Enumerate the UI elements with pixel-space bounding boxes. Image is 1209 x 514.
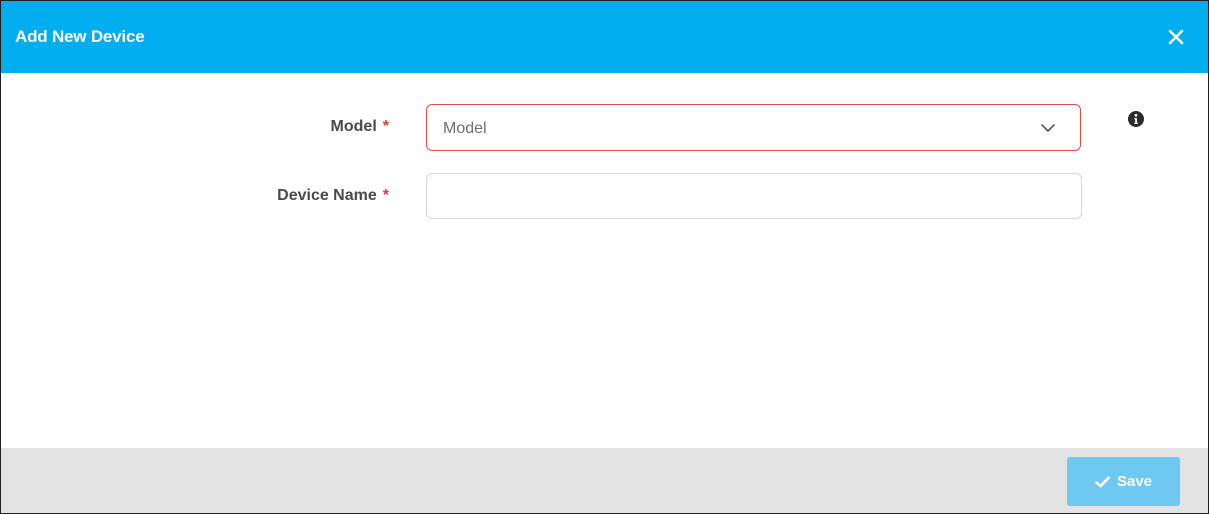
device-name-label-row: Device Name *: [1, 187, 389, 207]
check-icon: [1095, 476, 1110, 487]
chevron-down-icon: [1041, 124, 1055, 132]
close-icon: [1168, 29, 1184, 45]
device-name-input[interactable]: [426, 173, 1082, 219]
close-button[interactable]: [1166, 27, 1186, 47]
model-select[interactable]: Model: [426, 104, 1081, 151]
save-label: Save: [1116, 473, 1153, 490]
model-select-placeholder: Model: [443, 120, 487, 137]
device-name-label-text: Device Name: [277, 187, 377, 204]
model-required-mark: *: [382, 118, 389, 135]
dialog-title: Add New Device: [15, 27, 145, 46]
dialog-footer: Save: [1, 448, 1208, 513]
device-name-label: Device Name *: [277, 187, 389, 205]
save-button[interactable]: Save: [1067, 457, 1180, 506]
model-label: Model *: [331, 118, 389, 136]
model-label-row: Model *: [1, 118, 389, 138]
add-device-dialog: Add New Device Model * Model Device Name *: [0, 0, 1209, 514]
dialog-header: Add New Device: [1, 1, 1208, 73]
model-label-text: Model: [330, 118, 377, 135]
device-name-required-mark: *: [382, 187, 389, 204]
info-icon[interactable]: [1128, 111, 1144, 127]
